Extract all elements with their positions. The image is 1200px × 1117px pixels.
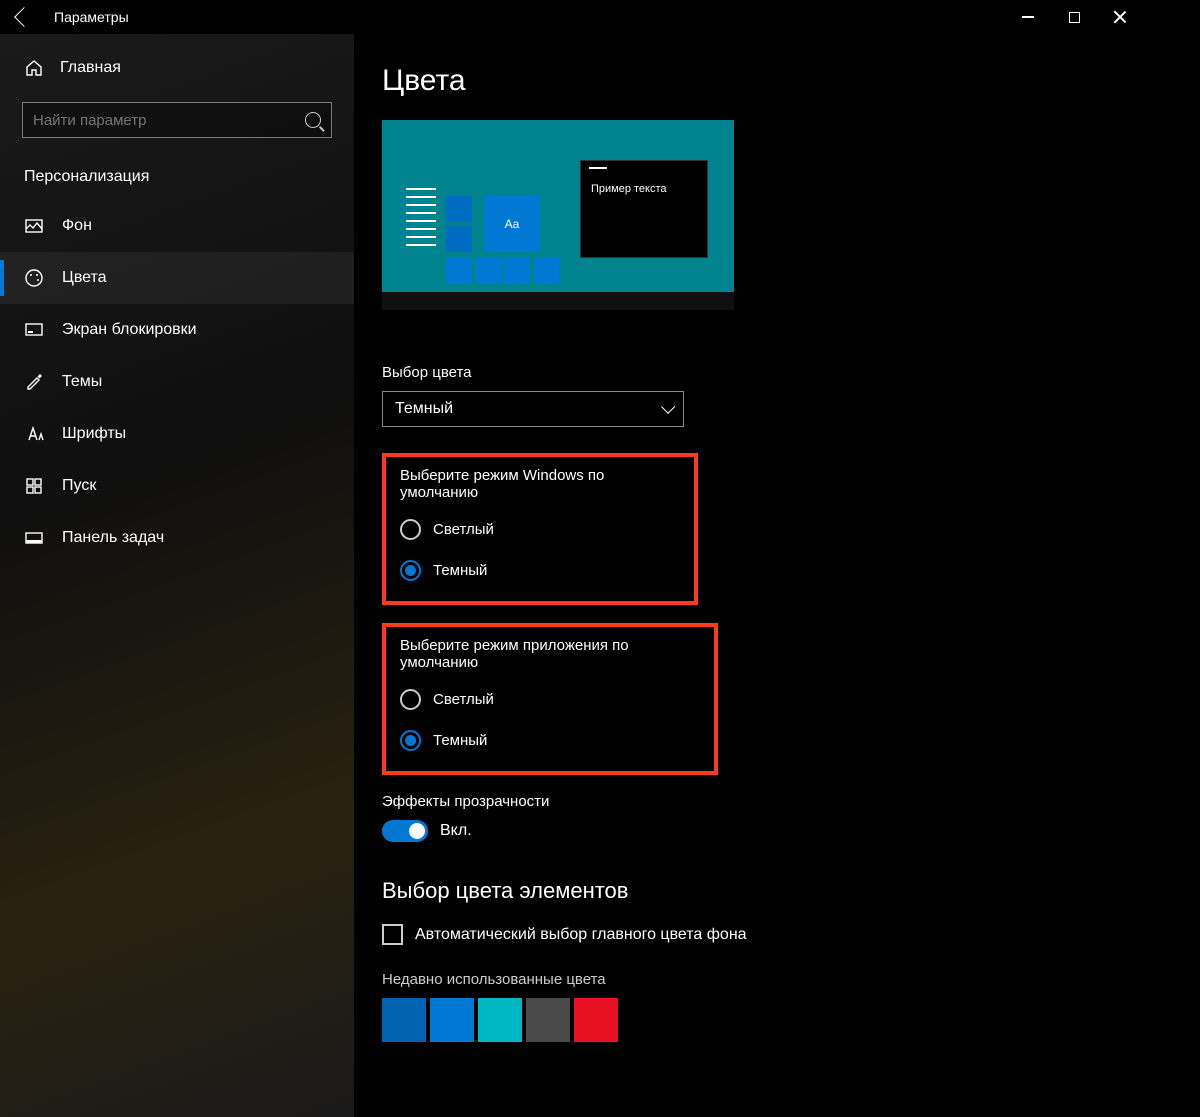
picture-icon — [24, 216, 44, 236]
sidebar-item-start[interactable]: Пуск — [0, 460, 354, 512]
sidebar-item-background[interactable]: Фон — [0, 200, 354, 252]
arrow-left-icon — [14, 7, 34, 27]
preview-tile-text: Aa — [484, 196, 540, 252]
radio-label: Темный — [433, 562, 487, 579]
sidebar-item-label: Темы — [62, 373, 102, 391]
sidebar-item-lockscreen[interactable]: Экран блокировки — [0, 304, 354, 356]
font-icon — [24, 424, 44, 444]
auto-pick-label: Автоматический выбор главного цвета фона — [415, 926, 747, 944]
transparency-state: Вкл. — [440, 822, 472, 840]
sidebar-item-label: Панель задач — [62, 529, 164, 547]
taskbar-icon — [24, 528, 44, 548]
transparency-toggle[interactable] — [382, 820, 428, 842]
radio-label: Светлый — [433, 521, 494, 538]
preview-window: Пример текста — [580, 160, 708, 258]
palette-icon — [24, 268, 44, 288]
main-content: Цвета Пример текста Aa Выбор цвета Темны… — [354, 34, 1143, 1117]
window-title: Параметры — [48, 9, 129, 25]
monitor-icon — [24, 320, 44, 340]
search-input[interactable] — [33, 112, 305, 129]
radio-label: Светлый — [433, 691, 494, 708]
radio-icon — [400, 560, 421, 581]
sidebar-item-label: Цвета — [62, 269, 107, 287]
checkbox-icon — [382, 924, 403, 945]
radio-icon — [400, 730, 421, 751]
sidebar-item-fonts[interactable]: Шрифты — [0, 408, 354, 460]
maximize-button[interactable] — [1051, 0, 1097, 34]
windows-mode-dark[interactable]: Темный — [400, 554, 680, 587]
page-title: Цвета — [382, 64, 1143, 98]
grid-icon — [24, 476, 44, 496]
windows-mode-light[interactable]: Светлый — [400, 513, 680, 546]
section-title: Персонализация — [0, 152, 354, 200]
app-mode-title: Выберите режим приложения по умолчанию — [400, 637, 700, 671]
sidebar-item-label: Шрифты — [62, 425, 126, 443]
home-label: Главная — [60, 59, 121, 77]
radio-label: Темный — [433, 732, 487, 749]
back-button[interactable] — [0, 0, 48, 34]
chevron-down-icon — [661, 400, 675, 414]
radio-icon — [400, 519, 421, 540]
home-icon — [24, 58, 44, 78]
sidebar-item-label: Фон — [62, 217, 92, 235]
search-box[interactable] — [22, 102, 332, 138]
app-mode-dark[interactable]: Темный — [400, 724, 700, 757]
app-mode-light[interactable]: Светлый — [400, 683, 700, 716]
color-swatch[interactable] — [382, 998, 426, 1042]
choose-color-dropdown[interactable]: Темный — [382, 391, 684, 427]
windows-mode-title: Выберите режим Windows по умолчанию — [400, 467, 680, 501]
radio-icon — [400, 689, 421, 710]
home-link[interactable]: Главная — [0, 34, 354, 88]
maximize-icon — [1069, 12, 1080, 23]
sidebar-item-themes[interactable]: Темы — [0, 356, 354, 408]
auto-pick-checkbox-row[interactable]: Автоматический выбор главного цвета фона — [382, 924, 1143, 945]
recent-colors — [382, 998, 1143, 1042]
sidebar-item-taskbar[interactable]: Панель задач — [0, 512, 354, 564]
transparency-label: Эффекты прозрачности — [382, 793, 1143, 810]
choose-color-label: Выбор цвета — [382, 364, 1143, 381]
sidebar: Главная Персонализация Фон Цвета Экран б… — [0, 34, 354, 1117]
color-swatch[interactable] — [478, 998, 522, 1042]
minimize-icon — [1022, 16, 1034, 18]
color-preview: Пример текста Aa — [382, 120, 734, 310]
choose-color-value: Темный — [395, 400, 453, 418]
close-button[interactable] — [1097, 0, 1143, 34]
accent-heading: Выбор цвета элементов — [382, 878, 1143, 904]
sidebar-item-colors[interactable]: Цвета — [0, 252, 354, 304]
preview-start-menu: Aa — [402, 182, 577, 292]
windows-mode-group: Выберите режим Windows по умолчанию Свет… — [382, 453, 698, 605]
sidebar-item-label: Пуск — [62, 477, 96, 495]
color-swatch[interactable] — [574, 998, 618, 1042]
recent-colors-label: Недавно использованные цвета — [382, 971, 1143, 988]
preview-sample-text: Пример текста — [591, 183, 667, 195]
color-swatch[interactable] — [526, 998, 570, 1042]
title-bar: Параметры — [0, 0, 1143, 34]
close-icon — [1113, 10, 1127, 24]
search-icon — [305, 112, 321, 128]
color-swatch[interactable] — [430, 998, 474, 1042]
brush-icon — [24, 372, 44, 392]
app-mode-group: Выберите режим приложения по умолчанию С… — [382, 623, 718, 775]
minimize-button[interactable] — [1005, 0, 1051, 34]
sidebar-item-label: Экран блокировки — [62, 321, 197, 339]
